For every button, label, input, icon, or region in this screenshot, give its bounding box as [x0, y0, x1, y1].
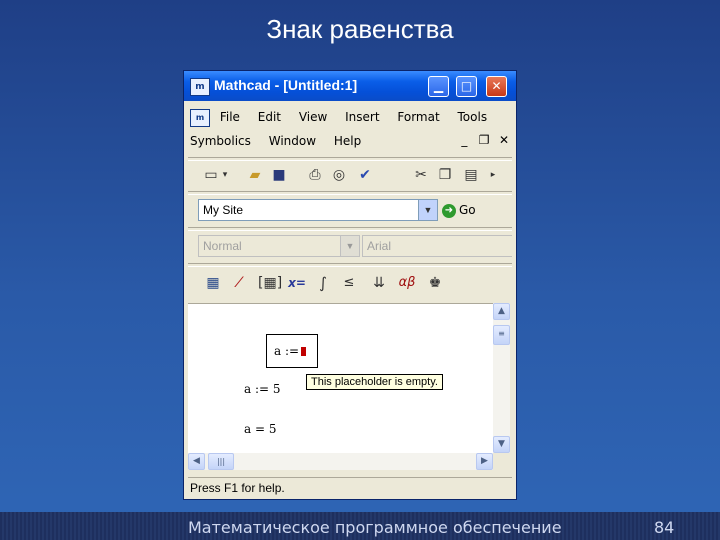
standard-toolbar: ▭ ▾ ▰ ■ ⎙ ◎ ✔ ✂ ❐ ▤ ▸: [188, 161, 516, 189]
menu-tools[interactable]: Tools: [458, 107, 488, 127]
print-preview-icon[interactable]: ◎: [328, 165, 350, 185]
evaluation-icon[interactable]: x=: [286, 273, 308, 293]
menu-format[interactable]: Format: [397, 107, 439, 127]
save-icon[interactable]: ■: [268, 165, 290, 185]
menu-help[interactable]: Help: [334, 131, 361, 151]
boolean-icon[interactable]: ≤: [338, 273, 360, 293]
go-button[interactable]: ➜ Go: [442, 199, 476, 221]
document-close-button[interactable]: ✕: [496, 133, 512, 147]
vertical-scrollbar[interactable]: ▲ ≡ ▼: [493, 303, 510, 453]
separator: [188, 191, 512, 195]
go-arrow-icon: ➜: [442, 203, 456, 218]
menu-file[interactable]: File: [220, 107, 240, 127]
scroll-thumb[interactable]: ≡: [493, 325, 510, 345]
new-document-icon[interactable]: ▭: [200, 165, 222, 185]
style-combo[interactable]: Normal ▼: [198, 235, 360, 257]
print-icon[interactable]: ⎙: [304, 165, 326, 185]
go-label: Go: [459, 203, 476, 217]
separator: [188, 227, 512, 231]
style-value: Normal: [203, 239, 242, 253]
scroll-right-icon[interactable]: ▶: [476, 453, 493, 470]
page-number: 84: [654, 518, 675, 537]
mathcad-window: m Mathcad - [Untitled:1] ▁ □ ✕ m File Ed…: [183, 70, 517, 500]
greek-icon[interactable]: αβ: [396, 273, 418, 293]
menu-view[interactable]: View: [299, 107, 327, 127]
address-value: My Site: [203, 203, 244, 217]
document-controls: _ ❐ ✕: [456, 133, 512, 147]
separator: [188, 263, 512, 267]
graph-icon[interactable]: ⁄: [228, 273, 250, 293]
region-evaluation[interactable]: a = 5: [244, 422, 276, 436]
menu-insert[interactable]: Insert: [345, 107, 379, 127]
region1-text: a :=: [274, 344, 300, 358]
calculus-icon[interactable]: ∫: [312, 273, 334, 293]
scroll-up-icon[interactable]: ▲: [493, 303, 510, 320]
menu-edit[interactable]: Edit: [258, 107, 281, 127]
scroll-left-icon[interactable]: ◀: [188, 453, 205, 470]
open-folder-icon[interactable]: ▰: [244, 165, 266, 185]
calculator-icon[interactable]: ▦: [202, 273, 224, 293]
region-definition[interactable]: a := 5: [244, 382, 281, 396]
slide-title: Знак равенства: [266, 14, 454, 44]
copy-icon[interactable]: ❐: [434, 165, 456, 185]
menu-symbolics[interactable]: Symbolics: [190, 131, 251, 151]
mathcad-app-icon[interactable]: m: [190, 78, 210, 96]
footer-text: Математическое программное обеспечение: [188, 518, 562, 537]
document-restore-button[interactable]: ❐: [476, 133, 492, 147]
math-toolbar: ▦ ⁄ [▦] x= ∫ ≤ ⇊ αβ ♚: [188, 269, 516, 297]
menu-window[interactable]: Window: [269, 131, 316, 151]
window-title: Mathcad - [Untitled:1]: [214, 77, 358, 93]
paste-icon[interactable]: ▤: [460, 165, 482, 185]
font-combo[interactable]: Arial: [362, 235, 512, 257]
title-bar[interactable]: m Mathcad - [Untitled:1] ▁ □ ✕: [184, 71, 516, 101]
chevron-down-icon[interactable]: ▼: [340, 236, 359, 256]
maximize-button[interactable]: □: [456, 76, 477, 97]
symbolic-icon[interactable]: ♚: [424, 273, 446, 293]
new-dropdown-icon[interactable]: ▾: [220, 165, 230, 185]
chevron-down-icon[interactable]: ▼: [418, 200, 437, 220]
worksheet[interactable]: a := This placeholder is empty. a := 5 a…: [188, 303, 493, 454]
status-bar: Press F1 for help.: [188, 477, 512, 498]
document-minimize-button[interactable]: _: [456, 133, 472, 147]
address-combo[interactable]: My Site ▼: [198, 199, 438, 221]
h-scroll-thumb[interactable]: |||: [208, 453, 234, 470]
document-icon[interactable]: m: [190, 108, 210, 127]
minimize-button[interactable]: ▁: [428, 76, 449, 97]
programming-icon[interactable]: ⇊: [368, 273, 390, 293]
more-tools-icon[interactable]: ▸: [488, 165, 498, 185]
region-definition-empty[interactable]: a :=: [274, 344, 307, 358]
close-button[interactable]: ✕: [486, 76, 507, 97]
menu-bar: m File Edit View Insert Format Tools Sym…: [190, 105, 514, 155]
font-value: Arial: [367, 239, 392, 253]
scroll-down-icon[interactable]: ▼: [493, 436, 510, 453]
matrix-icon[interactable]: [▦]: [258, 273, 282, 293]
cut-icon[interactable]: ✂: [410, 165, 432, 185]
placeholder-tooltip: This placeholder is empty.: [306, 374, 443, 390]
empty-placeholder[interactable]: [301, 347, 307, 356]
horizontal-scrollbar[interactable]: ◀ ||| ▶: [188, 453, 493, 470]
spell-check-icon[interactable]: ✔: [354, 165, 376, 185]
